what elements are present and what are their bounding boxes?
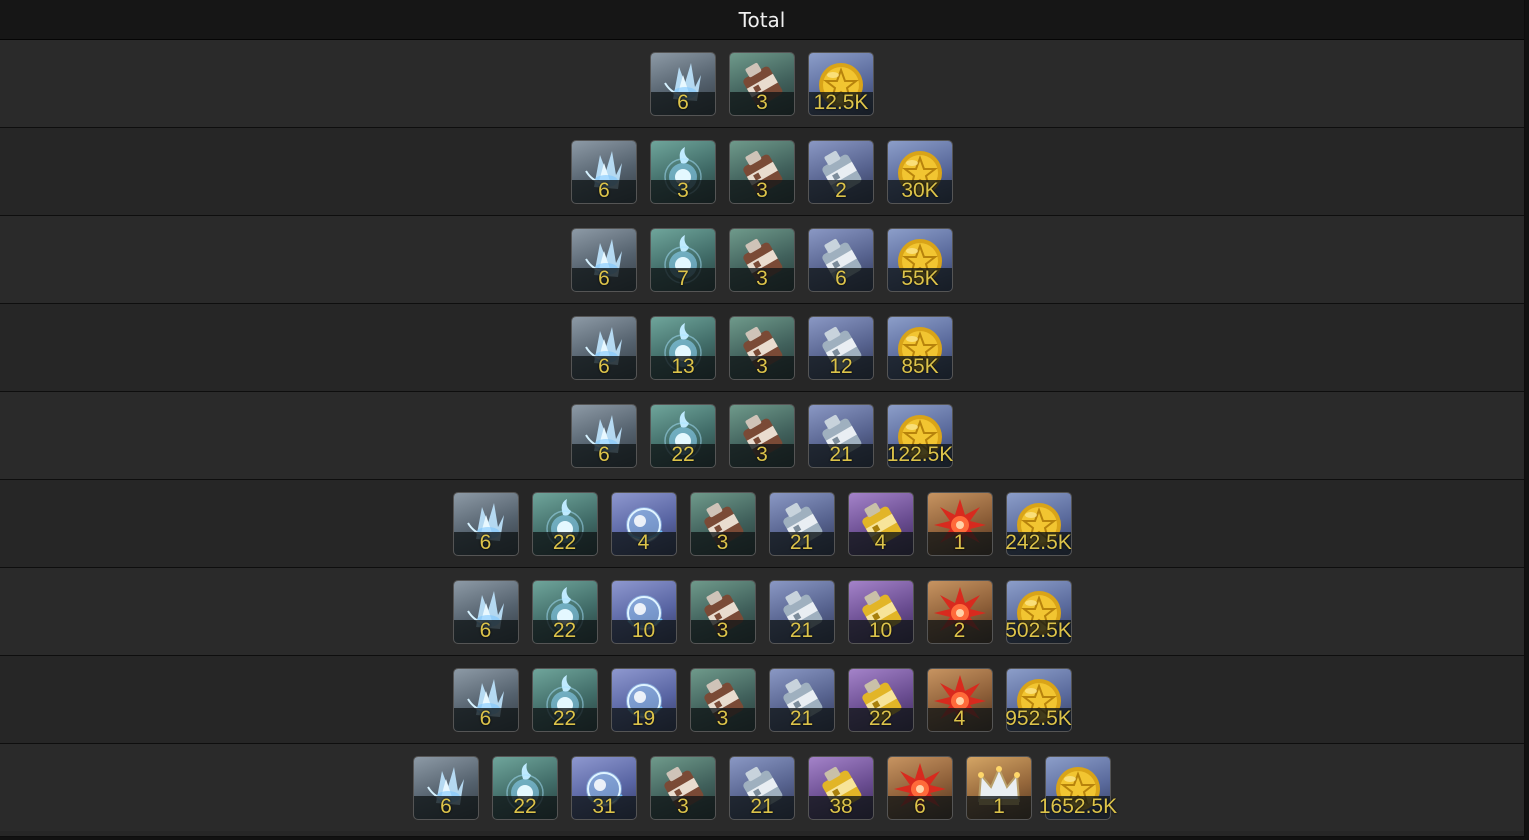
item-count: 122.5K	[886, 442, 954, 466]
reward-item: 22	[531, 491, 598, 556]
reward-item: 3	[729, 139, 795, 204]
reward-item: 12.5K	[808, 51, 874, 116]
reward-item: 1652.5K	[1039, 755, 1117, 820]
reward-item: 952.5K	[1005, 667, 1072, 732]
reward-item: 3	[689, 667, 756, 732]
reward-item: 31	[571, 755, 637, 820]
reward-row: 6 22 3 21 122.5K	[0, 392, 1524, 480]
reward-row: 6 3 3 2 30K	[0, 128, 1524, 216]
reward-row: 6 3 12.5K	[0, 40, 1524, 128]
reward-item: 21	[729, 755, 795, 820]
item-count: 30K	[901, 178, 939, 202]
reward-item: 3	[689, 491, 756, 556]
reward-item: 22	[492, 755, 558, 820]
reward-row: 6 22 31 3 21 38 6 1 1652.5K	[0, 744, 1524, 831]
item-count: 1652.5K	[1038, 794, 1118, 818]
reward-item: 19	[610, 667, 677, 732]
reward-item: 1	[966, 755, 1032, 820]
reward-item: 3	[650, 755, 716, 820]
reward-item: 22	[650, 403, 716, 468]
reward-item: 6	[452, 667, 519, 732]
rows-container: 6 3 12.5K 6 3 3 2 30K 6 7 3 6 55K 6 13 3…	[0, 40, 1524, 831]
reward-item: 3	[689, 579, 756, 644]
reward-item: 1	[926, 491, 993, 556]
reward-item: 21	[768, 491, 835, 556]
reward-item: 6	[650, 51, 716, 116]
reward-item: 6	[571, 315, 637, 380]
reward-item: 13	[650, 315, 716, 380]
reward-item: 6	[452, 579, 519, 644]
reward-item: 4	[610, 491, 677, 556]
reward-item: 10	[847, 579, 914, 644]
totals-table: Total 6 3 12.5K 6 3 3 2 30K 6 7 3 6 55K …	[0, 0, 1525, 837]
reward-item: 6	[808, 227, 874, 292]
reward-item: 21	[768, 667, 835, 732]
reward-row: 6 22 19 3 21 22 4 952.5K	[0, 656, 1524, 744]
header-title: Total	[0, 0, 1524, 40]
reward-item: 122.5K	[887, 403, 953, 468]
reward-item: 85K	[887, 315, 953, 380]
item-count: 502.5K	[1005, 618, 1072, 642]
reward-item: 21	[768, 579, 835, 644]
reward-item: 3	[729, 403, 795, 468]
reward-item: 10	[610, 579, 677, 644]
item-count: 242.5K	[1005, 530, 1072, 554]
reward-item: 2	[808, 139, 874, 204]
reward-item: 7	[650, 227, 716, 292]
reward-item: 502.5K	[1005, 579, 1072, 644]
reward-item: 4	[847, 491, 914, 556]
reward-item: 12	[808, 315, 874, 380]
reward-item: 6	[452, 491, 519, 556]
reward-row: 6 13 3 12 85K	[0, 304, 1524, 392]
reward-item: 3	[650, 139, 716, 204]
item-count: 12.5K	[813, 90, 869, 114]
reward-item: 30K	[887, 139, 953, 204]
reward-item: 22	[847, 667, 914, 732]
reward-item: 3	[729, 227, 795, 292]
reward-item: 38	[808, 755, 874, 820]
reward-item: 55K	[887, 227, 953, 292]
reward-item: 6	[571, 227, 637, 292]
reward-item: 6	[413, 755, 479, 820]
reward-item: 3	[729, 51, 795, 116]
reward-item: 6	[571, 139, 637, 204]
reward-item: 242.5K	[1005, 491, 1072, 556]
item-count: 85K	[901, 354, 939, 378]
item-count: 55K	[901, 266, 939, 290]
reward-item: 6	[887, 755, 953, 820]
reward-item: 6	[571, 403, 637, 468]
item-count: 952.5K	[1005, 706, 1072, 730]
reward-item: 22	[531, 667, 598, 732]
reward-row: 6 22 4 3 21 4 1 242.5K	[0, 480, 1524, 568]
reward-item: 3	[729, 315, 795, 380]
reward-row: 6 22 10 3 21 10 2 502.5K	[0, 568, 1524, 656]
reward-item: 21	[808, 403, 874, 468]
reward-item: 22	[531, 579, 598, 644]
reward-item: 2	[926, 579, 993, 644]
reward-row: 6 7 3 6 55K	[0, 216, 1524, 304]
reward-item: 4	[926, 667, 993, 732]
